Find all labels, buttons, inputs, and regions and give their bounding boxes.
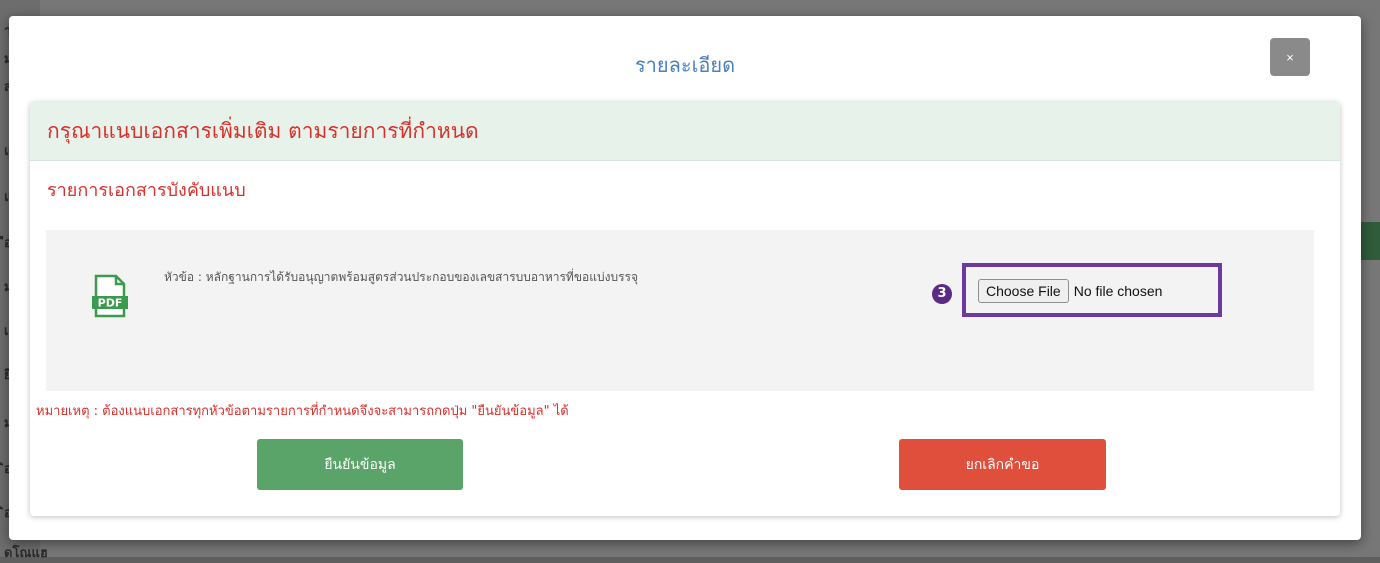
file-status-text: No file chosen xyxy=(1073,283,1163,299)
choose-file-button[interactable]: Choose File xyxy=(978,279,1069,303)
modal-title: รายละเอียด xyxy=(634,53,736,77)
pdf-icon: PDF xyxy=(92,274,128,318)
section-title: รายการเอกสารบังคับแนบ xyxy=(47,180,246,201)
attachment-card: กรุณาแนบเอกสารเพิ่มเติม ตามรายการที่กำหน… xyxy=(30,102,1340,516)
confirm-button[interactable]: ยืนยันข้อมูล xyxy=(257,439,463,490)
file-input[interactable]: Choose File No file chosen xyxy=(978,279,1162,303)
pdf-icon-label: PDF xyxy=(98,297,123,310)
note-text: หมายเหตุ : ต้องแนบเอกสารทุกหัวข้อตามรายก… xyxy=(36,404,569,419)
background-fragment: ดโณแฮ xyxy=(4,546,48,561)
card-header: กรุณาแนบเอกสารเพิ่มเติม ตามรายการที่กำหน… xyxy=(30,102,1340,161)
details-modal: รายละเอียด × กรุณาแนบเอกสารเพิ่มเติม ตาม… xyxy=(9,16,1361,540)
step-badge: 3 xyxy=(932,284,952,304)
cancel-request-button[interactable]: ยกเลิกคำขอ xyxy=(899,439,1106,490)
document-panel: PDF หัวข้อ : หลักฐานการได้รับอนุญาตพร้อม… xyxy=(46,230,1314,391)
background-fragment: เ xyxy=(4,324,9,339)
close-button[interactable]: × xyxy=(1270,38,1310,76)
document-title: หัวข้อ : หลักฐานการได้รับอนุญาตพร้อมสูตร… xyxy=(164,270,639,284)
